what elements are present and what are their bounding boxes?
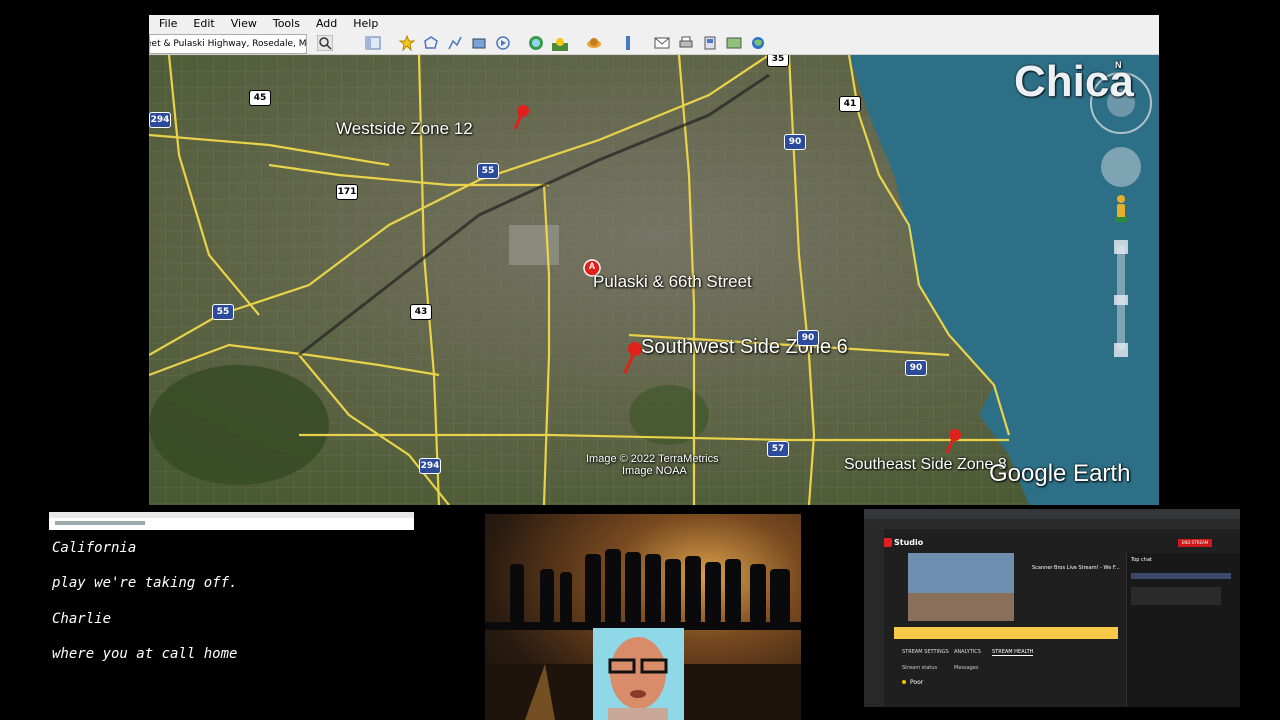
chat-line-1: California — [52, 540, 137, 556]
shield-i294-west: 294 — [149, 112, 171, 128]
google-earth-logo: Google Earth — [989, 460, 1131, 487]
shield-i55-north: 55 — [477, 163, 499, 179]
email-icon[interactable] — [654, 35, 670, 51]
shield-i90-north: 90 — [784, 134, 806, 150]
tour-icon[interactable] — [495, 35, 511, 51]
save-image-icon[interactable] — [702, 35, 718, 51]
menu-view[interactable]: View — [221, 17, 263, 30]
menu-help[interactable]: Help — [343, 17, 384, 30]
warning-banner — [894, 627, 1118, 639]
tab-stream-health[interactable]: STREAM HEALTH — [992, 649, 1034, 656]
end-stream-button[interactable]: END STREAM — [1178, 539, 1212, 547]
live-chat-panel: Top chat — [1126, 553, 1240, 707]
copyright-noaa: Image NOAA — [622, 465, 687, 477]
shield-i55-west: 55 — [212, 304, 234, 320]
youtube-studio-window: Studio END STREAM Scanner Bros Live Stre… — [864, 509, 1240, 707]
menu-add[interactable]: Add — [306, 17, 343, 30]
chat-line-4: where you at call home — [52, 646, 238, 662]
shield-us41: 41 — [839, 96, 861, 112]
shield-i90-east: 90 — [905, 360, 927, 376]
toolbar: eet & Pulaski Highway, Rosedale, MD — [149, 32, 1159, 55]
shield-i294-south: 294 — [419, 458, 441, 474]
status-dot-icon — [902, 680, 906, 684]
stream-preview — [908, 553, 1014, 621]
chat-line-3: Charlie — [52, 611, 112, 627]
planets-icon[interactable] — [586, 35, 602, 51]
print-icon[interactable] — [678, 35, 694, 51]
stream-status-value: Poor — [910, 679, 924, 686]
menu-bar: File Edit View Tools Add Help — [149, 15, 1159, 32]
placemark-icon[interactable] — [399, 35, 415, 51]
chat-panel: California play we're taking off. Charli… — [49, 512, 414, 720]
top-chat-selector[interactable]: Top chat — [1131, 557, 1152, 563]
menu-edit[interactable]: Edit — [183, 17, 220, 30]
sunlight-icon[interactable] — [552, 35, 568, 51]
messages-label: Messages — [954, 665, 979, 671]
stream-title: Scanner Bros Live Stream! - We F... — [1032, 565, 1120, 571]
label-southeast-zone-8: Southeast Side Zone 8 — [844, 456, 1007, 473]
midway-airport — [509, 225, 559, 265]
menu-tools[interactable]: Tools — [263, 17, 306, 30]
streamer-face — [608, 637, 668, 720]
shield-i90-middle: 90 — [797, 330, 819, 346]
view-maps-icon[interactable] — [726, 35, 742, 51]
north-indicator: N — [1115, 60, 1122, 70]
polygon-icon[interactable] — [423, 35, 439, 51]
search-input[interactable]: eet & Pulaski Highway, Rosedale, MD — [149, 34, 307, 54]
sidebar-toggle-icon[interactable] — [365, 35, 381, 51]
map-view[interactable]: A Westside Zone 12 Pulaski & 66th Street… — [149, 55, 1159, 505]
menu-file[interactable]: File — [149, 17, 183, 30]
shield-i35: 35 — [767, 55, 789, 67]
tab-analytics[interactable]: ANALYTICS — [954, 649, 981, 655]
label-pulaski-66th: Pulaski & 66th Street — [593, 272, 752, 291]
label-westside-zone-12: Westside Zone 12 — [336, 119, 473, 138]
ruler-icon[interactable] — [620, 35, 636, 51]
address-bar — [864, 519, 1240, 529]
google-earth-window: File Edit View Tools Add Help eet & Pula… — [149, 15, 1159, 505]
studio-sidebar — [864, 529, 884, 707]
shield-us171: 171 — [336, 184, 358, 200]
stream-status-label: Stream status — [902, 665, 938, 671]
pulaski-marker-letter: A — [588, 261, 596, 271]
shield-us45: 45 — [249, 90, 271, 106]
tab-stream-settings[interactable]: STREAM SETTINGS — [902, 649, 949, 655]
history-icon[interactable] — [528, 35, 544, 51]
browser-bar — [49, 512, 414, 530]
news-video-feed — [485, 514, 801, 720]
search-icon[interactable] — [317, 35, 333, 51]
chat-line-2: play we're taking off. — [52, 575, 238, 591]
shield-us43: 43 — [410, 304, 432, 320]
webcam-overlay — [593, 628, 684, 720]
overlay-icon[interactable] — [471, 35, 487, 51]
globe-icon[interactable] — [750, 35, 766, 51]
browser-tabs — [864, 509, 1240, 519]
shield-i57: 57 — [767, 441, 789, 457]
path-icon[interactable] — [447, 35, 463, 51]
copyright-terrametrics: Image © 2022 TerraMetrics — [586, 453, 719, 465]
studio-title[interactable]: Studio — [894, 538, 923, 547]
